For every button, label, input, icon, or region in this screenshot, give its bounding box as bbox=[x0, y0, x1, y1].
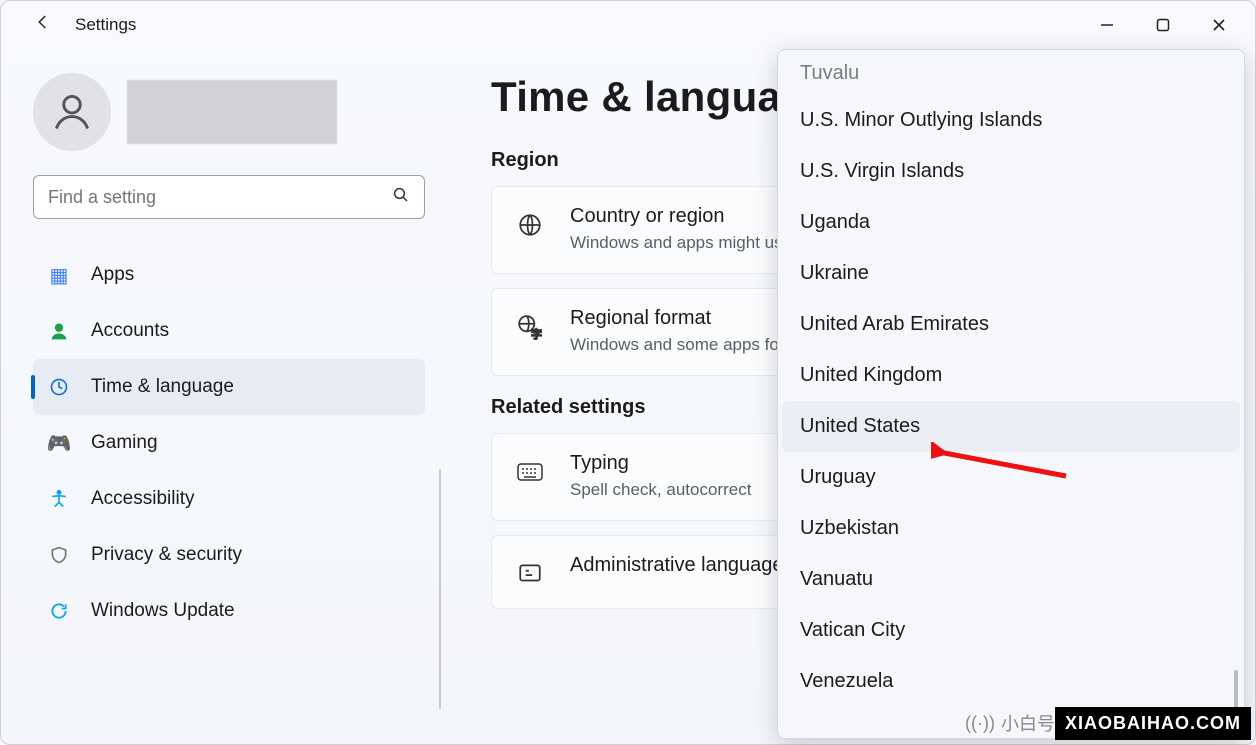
accessibility-icon bbox=[47, 487, 71, 511]
country-dropdown[interactable]: Tuvalu U.S. Minor Outlying IslandsU.S. V… bbox=[777, 49, 1245, 739]
accounts-icon bbox=[47, 319, 71, 343]
window-controls bbox=[1079, 5, 1247, 45]
close-button[interactable] bbox=[1191, 5, 1247, 45]
search-icon bbox=[392, 186, 410, 209]
nav-label: Accounts bbox=[91, 320, 169, 342]
back-button[interactable] bbox=[25, 7, 61, 43]
titlebar: Settings bbox=[1, 1, 1255, 49]
nav-label: Accessibility bbox=[91, 488, 194, 510]
nav-label: Windows Update bbox=[91, 600, 235, 622]
search-field[interactable] bbox=[48, 187, 392, 208]
clock-globe-icon bbox=[47, 375, 71, 399]
dropdown-item[interactable]: U.S. Virgin Islands bbox=[782, 146, 1240, 197]
app-title: Settings bbox=[75, 15, 136, 35]
dropdown-item[interactable]: Vatican City bbox=[782, 605, 1240, 656]
dropdown-item[interactable]: Uzbekistan bbox=[782, 503, 1240, 554]
keyboard-icon bbox=[514, 456, 546, 488]
person-icon bbox=[50, 90, 94, 134]
sidebar-item-accounts[interactable]: Accounts bbox=[33, 303, 425, 359]
profile-block[interactable] bbox=[33, 73, 425, 151]
dropdown-item[interactable]: United States bbox=[782, 401, 1240, 452]
sidebar-item-windows-update[interactable]: Windows Update bbox=[33, 583, 425, 639]
dropdown-item[interactable]: Uganda bbox=[782, 197, 1240, 248]
nav-label: Privacy & security bbox=[91, 544, 242, 566]
watermark-brand-url: XIAOBAIHAO.COM bbox=[1055, 707, 1251, 740]
watermark-brand-cn: ((·)) 小白号 bbox=[965, 710, 1055, 736]
dropdown-item[interactable]: United Kingdom bbox=[782, 350, 1240, 401]
language-icon bbox=[514, 558, 546, 590]
avatar bbox=[33, 73, 111, 151]
card-title: Typing bbox=[570, 452, 751, 475]
maximize-icon bbox=[1156, 18, 1170, 32]
search-input[interactable] bbox=[33, 175, 425, 219]
card-title: Administrative language bbox=[570, 554, 783, 577]
account-name-redacted bbox=[127, 80, 337, 144]
sidebar: ▦ Apps Accounts Time & language 🎮 bbox=[1, 49, 441, 745]
apps-icon: ▦ bbox=[47, 263, 71, 287]
nav-label: Time & language bbox=[91, 376, 234, 398]
settings-window: Settings bbox=[0, 0, 1256, 745]
dropdown-item[interactable]: Ukraine bbox=[782, 248, 1240, 299]
dropdown-item[interactable]: Vanuatu bbox=[782, 554, 1240, 605]
maximize-button[interactable] bbox=[1135, 5, 1191, 45]
minimize-button[interactable] bbox=[1079, 5, 1135, 45]
close-icon bbox=[1212, 18, 1226, 32]
sidebar-item-apps[interactable]: ▦ Apps bbox=[33, 247, 425, 303]
sidebar-item-gaming[interactable]: 🎮 Gaming bbox=[33, 415, 425, 471]
nav: ▦ Apps Accounts Time & language 🎮 bbox=[33, 247, 425, 639]
globe-icon bbox=[514, 209, 546, 241]
dropdown-item-partial[interactable]: Tuvalu bbox=[782, 56, 1240, 95]
globe-language-icon: 字 bbox=[514, 311, 546, 343]
nav-label: Gaming bbox=[91, 432, 158, 454]
sidebar-item-time-language[interactable]: Time & language bbox=[33, 359, 425, 415]
sidebar-item-accessibility[interactable]: Accessibility bbox=[33, 471, 425, 527]
scroll-indicator[interactable] bbox=[439, 469, 441, 709]
nav-label: Apps bbox=[91, 264, 134, 286]
dropdown-item[interactable]: Venezuela bbox=[782, 656, 1240, 707]
shield-icon bbox=[47, 543, 71, 567]
minimize-icon bbox=[1100, 18, 1114, 32]
dropdown-item[interactable]: United Arab Emirates bbox=[782, 299, 1240, 350]
gamepad-icon: 🎮 bbox=[47, 431, 71, 455]
dropdown-item[interactable]: Uruguay bbox=[782, 452, 1240, 503]
card-subtitle: Spell check, autocorrect bbox=[570, 479, 751, 502]
sidebar-item-privacy-security[interactable]: Privacy & security bbox=[33, 527, 425, 583]
svg-text:字: 字 bbox=[531, 327, 542, 340]
arrow-left-icon bbox=[34, 13, 52, 37]
dropdown-item[interactable]: U.S. Minor Outlying Islands bbox=[782, 95, 1240, 146]
update-icon bbox=[47, 599, 71, 623]
broadcast-icon: ((·)) bbox=[965, 713, 995, 734]
